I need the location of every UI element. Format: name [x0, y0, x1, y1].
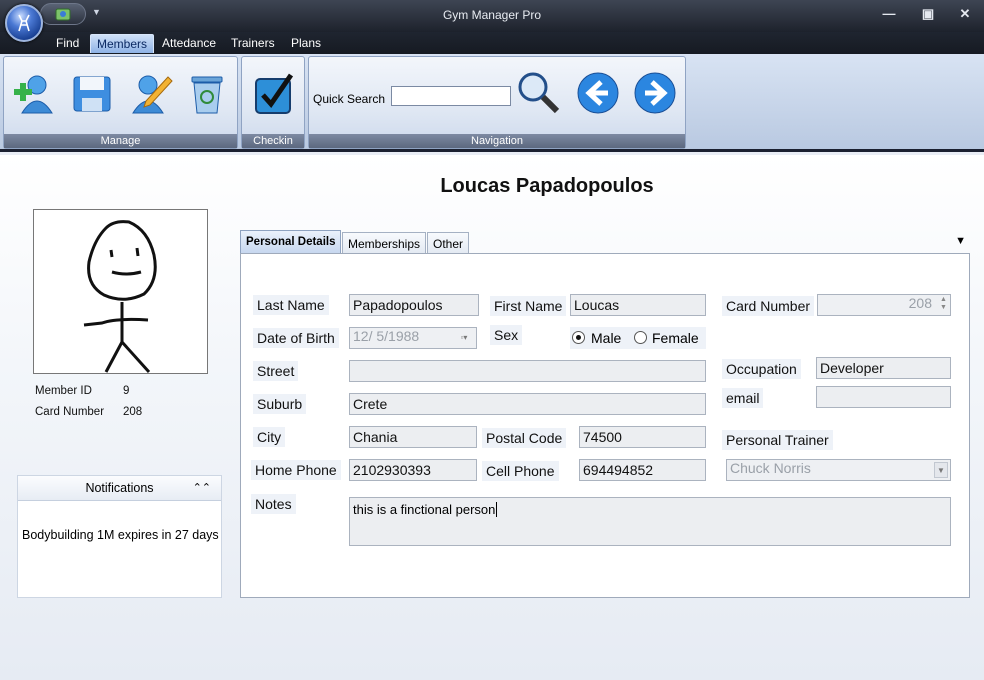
quick-search-label: Quick Search [313, 92, 386, 106]
menu-attendance[interactable]: Attedance [156, 34, 222, 53]
minimize-button[interactable]: — [878, 6, 900, 24]
sex-radio-group: Male Female [570, 327, 706, 349]
last-name-field[interactable] [349, 294, 479, 316]
personal-trainer-combo[interactable]: Chuck Norris ▼ [726, 459, 951, 481]
search-icon[interactable] [515, 69, 561, 115]
ribbon-group-label-checkin: Checkin [242, 134, 304, 148]
menu-plans[interactable]: Plans [285, 34, 327, 53]
title-bar: Gym Manager Pro ▼ — ▣ ✕ [0, 0, 984, 32]
female-radio-label[interactable]: Female [652, 330, 699, 346]
quick-access-toolbar[interactable] [40, 3, 86, 25]
cell-phone-label: Cell Phone [482, 461, 559, 481]
tab-memberships[interactable]: Memberships [342, 232, 427, 254]
sex-label: Sex [490, 325, 523, 345]
tab-list-dropdown-icon[interactable]: ▼ [955, 235, 966, 247]
card-number-field-label: Card Number [722, 296, 815, 316]
calendar-icon[interactable]: ▫▾ [454, 330, 474, 346]
first-name-label: First Name [490, 296, 567, 316]
occupation-field[interactable] [816, 357, 951, 379]
menu-bar: Find Members Attedance Trainers Plans [0, 32, 984, 54]
street-field[interactable] [349, 360, 706, 382]
home-phone-label: Home Phone [251, 460, 341, 480]
email-field[interactable] [816, 386, 951, 408]
occupation-label: Occupation [722, 359, 801, 379]
postal-code-label: Postal Code [482, 428, 567, 448]
city-field[interactable] [349, 426, 477, 448]
date-of-birth-label: Date of Birth [253, 328, 339, 348]
ribbon: Manage Checkin Quick Search Navigation [0, 54, 984, 152]
street-label: Street [253, 361, 299, 381]
add-member-icon[interactable] [10, 71, 56, 117]
notifications-title: Notifications [85, 481, 154, 495]
app-orb-icon[interactable] [5, 4, 43, 42]
member-full-name: Loucas Papadopoulos [440, 175, 654, 197]
member-tabs: Personal Details Memberships Other ▼ [240, 230, 970, 255]
quick-access-dropdown-icon[interactable]: ▼ [92, 7, 101, 17]
female-radio[interactable] [634, 331, 647, 344]
stick-figure-drawing [83, 220, 157, 374]
last-name-label: Last Name [253, 295, 329, 315]
quick-access-icon[interactable] [55, 7, 71, 21]
tab-personal-details[interactable]: Personal Details [240, 230, 342, 255]
menu-find[interactable]: Find [50, 34, 85, 53]
notes-field[interactable]: this is a finctional person [349, 497, 951, 546]
member-id-label: Member ID [35, 385, 92, 397]
home-phone-field[interactable] [349, 459, 477, 481]
personal-details-panel: Last Name First Name Card Number 208 ▲▼ … [240, 253, 970, 598]
date-of-birth-field[interactable]: 12/ 5/1988 ▫▾ [349, 327, 477, 349]
card-number-label: Card Number [35, 406, 105, 418]
notes-value: this is a finctional person [353, 502, 496, 517]
chevron-down-icon[interactable]: ▼ [934, 462, 948, 478]
city-label: City [253, 427, 286, 447]
checkin-icon[interactable] [251, 71, 297, 117]
personal-trainer-value: Chuck Norris [730, 460, 811, 476]
close-button[interactable]: ✕ [954, 6, 976, 24]
spinner-icon[interactable]: ▲ ▼ [938, 296, 949, 314]
delete-icon[interactable] [184, 71, 230, 117]
edit-icon[interactable] [128, 71, 174, 117]
menu-members[interactable]: Members [90, 34, 155, 53]
ribbon-group-navigation: Quick Search Navigation [308, 56, 686, 149]
menu-trainers[interactable]: Trainers [225, 34, 281, 53]
member-page: Loucas Papadopoulos Member ID 9 Card Num… [0, 155, 984, 680]
card-number-field-value: 208 [908, 295, 932, 311]
notification-item: Bodybuilding 1M expires in 27 days [22, 528, 219, 542]
card-number-value: 208 [123, 406, 143, 418]
tab-other[interactable]: Other [427, 232, 470, 254]
text-caret [496, 502, 498, 517]
card-number-field[interactable]: 208 ▲ ▼ [817, 294, 951, 316]
first-name-field[interactable] [570, 294, 706, 316]
member-photo [33, 209, 208, 374]
forward-arrow-icon[interactable] [632, 70, 678, 116]
ribbon-group-manage: Manage [3, 56, 238, 149]
window-title: Gym Manager Pro [442, 8, 542, 22]
collapse-icon[interactable]: ⌃⌃ [193, 476, 211, 501]
email-label: email [722, 388, 764, 408]
ribbon-group-label-manage: Manage [4, 134, 237, 148]
member-id-value: 9 [123, 385, 130, 397]
personal-trainer-label: Personal Trainer [722, 430, 833, 450]
suburb-label: Suburb [253, 394, 307, 414]
suburb-field[interactable] [349, 393, 706, 415]
ribbon-group-label-navigation: Navigation [309, 134, 685, 148]
male-radio-label[interactable]: Male [591, 330, 621, 346]
notifications-header[interactable]: Notifications ⌃⌃ [18, 476, 221, 501]
male-radio[interactable] [572, 331, 585, 344]
quick-search-input[interactable] [391, 86, 511, 106]
maximize-button[interactable]: ▣ [917, 6, 939, 24]
ribbon-group-checkin: Checkin [241, 56, 305, 149]
date-of-birth-value: 12/ 5/1988 [353, 328, 420, 344]
notes-label: Notes [251, 494, 296, 514]
notifications-panel: Notifications ⌃⌃ Bodybuilding 1M expires… [17, 475, 222, 598]
back-arrow-icon[interactable] [575, 70, 621, 116]
cell-phone-field[interactable] [579, 459, 706, 481]
save-icon[interactable] [69, 71, 115, 117]
postal-code-field[interactable] [579, 426, 706, 448]
